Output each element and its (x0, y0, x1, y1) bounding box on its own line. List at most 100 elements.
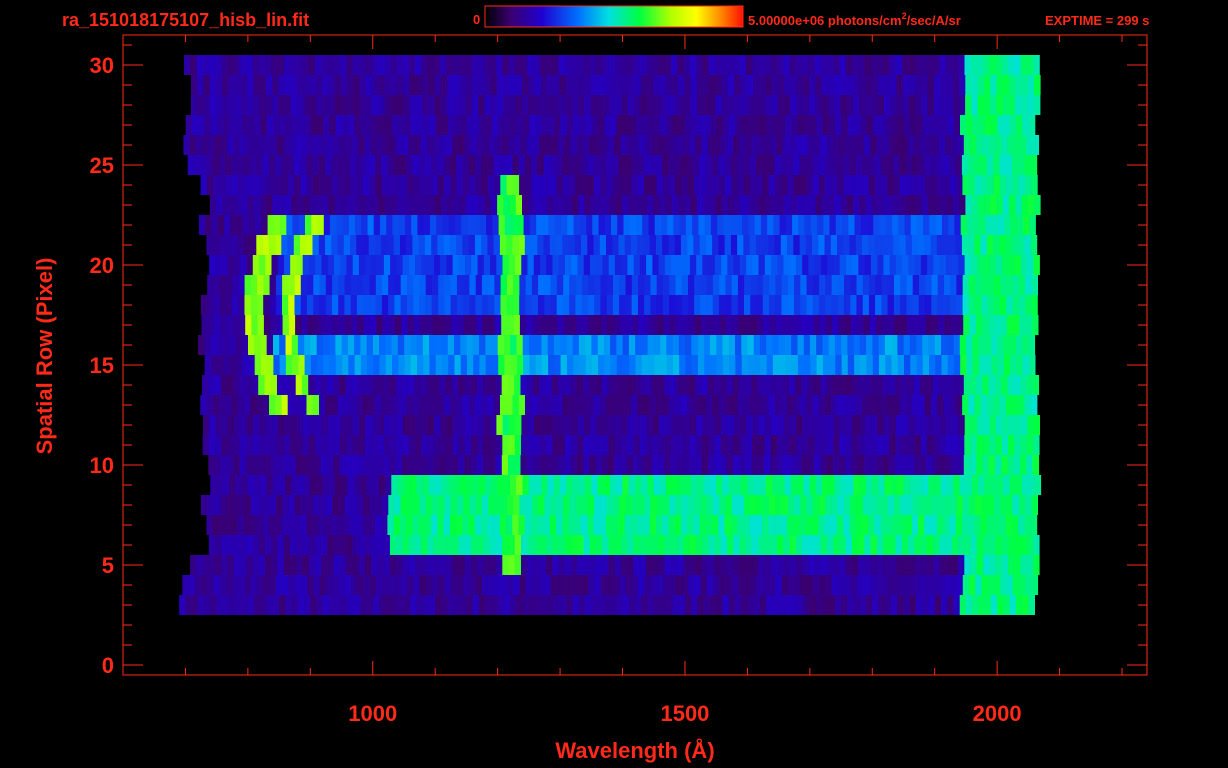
heatmap-cell (739, 535, 747, 555)
heatmap-cell (940, 95, 947, 115)
heatmap-cell (914, 255, 922, 275)
heatmap-cell (912, 395, 919, 415)
heatmap-cell (403, 75, 410, 95)
heatmap-cell (427, 435, 434, 455)
heatmap-cell (693, 175, 701, 195)
heatmap-cell (868, 175, 876, 195)
heatmap-cell (679, 355, 686, 375)
heatmap-cell (634, 475, 642, 495)
heatmap-cell (1012, 395, 1019, 415)
heatmap-cell (468, 395, 476, 415)
heatmap-cell (964, 55, 972, 75)
heatmap-cell (622, 115, 630, 135)
heatmap-cell (1005, 395, 1013, 415)
heatmap-cell (903, 475, 910, 495)
heatmap-cell (481, 295, 489, 315)
heatmap-cell (451, 135, 459, 155)
heatmap-cell (201, 315, 209, 335)
heatmap-cell (922, 115, 930, 135)
heatmap-cell (587, 155, 594, 175)
heatmap-cell (947, 115, 955, 135)
heatmap-cell (938, 375, 946, 395)
heatmap-cell (996, 95, 1003, 115)
heatmap-cell (638, 495, 645, 515)
heatmap-cell (803, 475, 810, 495)
heatmap-cell (272, 595, 280, 615)
heatmap-cell (557, 315, 564, 335)
heatmap-cell (797, 595, 804, 615)
heatmap-cell (756, 495, 764, 515)
heatmap-cell (995, 55, 1003, 75)
heatmap-cell (837, 175, 845, 195)
heatmap-cell (234, 415, 241, 435)
heatmap-cell (903, 335, 911, 355)
heatmap-cell (237, 395, 245, 415)
heatmap-cell (321, 55, 328, 75)
heatmap-cell (981, 275, 988, 295)
heatmap-cell (999, 235, 1006, 255)
heatmap-cell (772, 115, 780, 135)
heatmap-cell (377, 435, 384, 455)
heatmap-cell (403, 475, 411, 495)
heatmap-cell (658, 435, 665, 455)
heatmap-cell (477, 255, 485, 275)
heatmap-cell (640, 95, 648, 115)
heatmap-cell (449, 235, 457, 255)
heatmap-cell (554, 215, 562, 235)
heatmap-cell (506, 495, 514, 515)
heatmap-cell (378, 475, 386, 495)
heatmap-cell (328, 75, 335, 95)
heatmap-cell (633, 255, 641, 275)
heatmap-cell (549, 235, 557, 255)
heatmap-cell (891, 355, 899, 375)
heatmap-cell (1012, 495, 1020, 515)
heatmap-cell (545, 455, 553, 475)
heatmap-cell (826, 455, 834, 475)
heatmap-cell (939, 535, 946, 555)
heatmap-cell (676, 315, 683, 335)
heatmap-cell (856, 275, 864, 295)
heatmap-cell (758, 255, 766, 275)
heatmap-cell (778, 195, 785, 215)
heatmap-cell (454, 355, 462, 375)
heatmap-cell (472, 595, 480, 615)
heatmap-cell (416, 475, 423, 495)
heatmap-cell (1033, 435, 1040, 455)
heatmap-cell (876, 555, 884, 575)
heatmap-cell (238, 575, 246, 595)
heatmap-cell (437, 515, 444, 535)
heatmap-cell (487, 235, 494, 255)
heatmap-cell (732, 375, 740, 395)
heatmap-cell (644, 275, 651, 295)
heatmap-cell (233, 375, 240, 395)
heatmap-cell (777, 55, 784, 75)
heatmap-cell (721, 255, 728, 275)
heatmap-cell (384, 95, 392, 115)
heatmap-cell (650, 295, 657, 315)
heatmap-cell (802, 255, 809, 275)
heatmap-cell (275, 515, 282, 535)
heatmap-cell (991, 215, 999, 235)
heatmap-cell (358, 55, 366, 75)
heatmap-cell (252, 535, 260, 555)
heatmap-cell (474, 155, 482, 175)
heatmap-cell (820, 435, 828, 455)
heatmap-cell (745, 375, 752, 395)
heatmap-cell (556, 295, 564, 315)
heatmap-cell (1001, 135, 1008, 155)
heatmap-cell (629, 115, 636, 135)
heatmap-cell (456, 175, 464, 195)
x-tick-label: 1500 (660, 701, 709, 726)
heatmap-cell (1004, 215, 1011, 235)
heatmap-cell (208, 535, 216, 555)
heatmap-cell (331, 395, 338, 415)
heatmap-cell (845, 455, 852, 475)
heatmap-cell (595, 455, 602, 475)
heatmap-cell (999, 395, 1007, 415)
heatmap-cell (1031, 575, 1039, 595)
heatmap-cell (390, 415, 397, 435)
heatmap-cell (471, 55, 478, 75)
heatmap-cell (559, 475, 567, 495)
heatmap-cell (362, 515, 370, 535)
heatmap-cell (551, 135, 559, 155)
